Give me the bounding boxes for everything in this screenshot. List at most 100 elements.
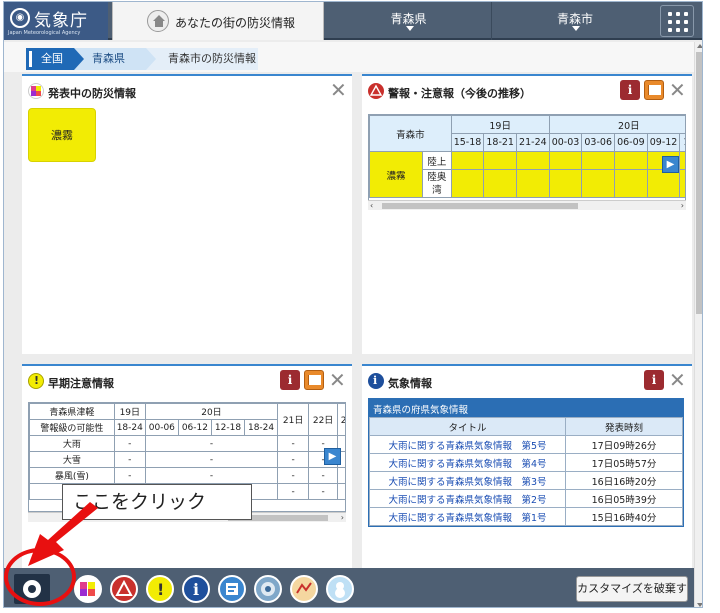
time-header: 18-24 <box>113 419 146 436</box>
table-row[interactable]: 大雨に関する青森県気象情報 第1号 15日16時40分 <box>369 507 683 526</box>
column-header-time: 発表時刻 <box>565 417 683 436</box>
panel-warning-forecast: 警報・注意報（今後の推移） i ✕ 青森市 19日 20日 15-18 18-2… <box>362 74 692 354</box>
value-cell: - <box>144 435 279 452</box>
value-cell: - <box>144 467 279 484</box>
panel-title: 発表中の防災情報 <box>48 87 136 100</box>
jma-emblem-icon: ◉ <box>10 8 30 28</box>
table-row[interactable]: 大雨に関する青森県気象情報 第2号 16日05時39分 <box>369 489 683 508</box>
prefecture-label: 青森県 <box>390 12 427 26</box>
city-dropdown[interactable]: 青森市 <box>492 2 658 40</box>
breadcrumb-national[interactable]: 全国 <box>26 48 84 70</box>
table-row[interactable]: 大雨に関する青森県気象情報 第4号 17日05時57分 <box>369 453 683 472</box>
time-header: 15-18 <box>450 133 485 152</box>
panel-title: 警報・注意報（今後の推移） <box>388 87 531 100</box>
info-icon[interactable]: i <box>620 80 640 100</box>
warning-table-wrapper: 青森市 19日 20日 15-18 18-21 21-24 00-03 03-0… <box>368 114 686 210</box>
time-header: 03-06 <box>581 133 616 152</box>
snow-panel-button[interactable] <box>326 575 354 603</box>
day-header: 19日 <box>113 403 146 420</box>
issue-time: 17日09時26分 <box>565 435 683 454</box>
city-label: 青森市 <box>556 12 593 26</box>
time-header: 12-1 <box>679 133 685 152</box>
menu-grid-button[interactable] <box>660 5 694 37</box>
day-header: 20日 <box>548 115 685 134</box>
page-scrollbar[interactable] <box>694 42 702 607</box>
sub-area: 陸上 <box>422 151 452 170</box>
warning-cell <box>679 151 685 170</box>
info-link[interactable]: 大雨に関する青森県気象情報 第1号 <box>369 507 566 526</box>
breadcrumb-prefecture[interactable]: 青森県 <box>74 48 156 70</box>
scrollbar-thumb[interactable] <box>382 203 578 209</box>
value-cell: - <box>308 467 339 484</box>
tab-local-disaster-info[interactable]: あなたの街の防災情報 <box>112 2 324 40</box>
value-cell: - <box>277 435 310 452</box>
close-icon[interactable]: ✕ <box>669 370 686 390</box>
time-header: 18-21 <box>483 133 518 152</box>
table-row[interactable]: 大雨に関する青森県気象情報 第5号 17日09時26分 <box>369 435 683 454</box>
scrollbar-thumb[interactable] <box>696 52 702 314</box>
logo-text: 気象庁 <box>34 11 88 31</box>
warning-cell <box>614 169 648 198</box>
issue-time: 17日05時57分 <box>565 453 683 472</box>
discard-customization-button[interactable]: カスタマイズを破棄する <box>576 576 688 607</box>
time-header: 12-18 <box>210 419 246 436</box>
weather-info-panel-button[interactable]: i <box>182 575 210 603</box>
time-header: 06-09 <box>614 133 648 152</box>
warning-cell <box>548 151 583 170</box>
day-header: 19日 <box>450 115 550 134</box>
map-panel-button[interactable] <box>290 575 318 603</box>
tab-label: あなたの街の防災情報 <box>175 16 296 30</box>
warning-cell <box>581 151 616 170</box>
info-link[interactable]: 大雨に関する青森県気象情報 第2号 <box>369 489 566 508</box>
warning-cell <box>581 169 616 198</box>
close-icon[interactable]: ✕ <box>329 370 346 390</box>
warnings-panel-button[interactable] <box>74 575 102 603</box>
close-icon[interactable]: ✕ <box>669 80 686 100</box>
warning-cell <box>516 169 550 198</box>
warning-cell <box>646 169 681 198</box>
scroll-up-icon[interactable] <box>697 44 702 48</box>
jma-logo[interactable]: ◉ 気象庁 Japan Meteorological Agency <box>4 2 108 40</box>
book-icon[interactable] <box>304 370 324 390</box>
next-arrow-button[interactable]: ▶ <box>662 156 679 173</box>
scroll-down-icon[interactable] <box>697 603 702 607</box>
table-scrollbar[interactable]: ‹ › <box>368 200 686 210</box>
info-link[interactable]: 大雨に関する青森県気象情報 第4号 <box>369 453 566 472</box>
level-header: 警報級の可能性 <box>29 419 115 436</box>
area-header: 青森県津軽 <box>29 403 115 420</box>
value-cell: - <box>113 451 146 468</box>
value-cell <box>337 467 345 484</box>
info-icon[interactable]: i <box>644 370 664 390</box>
info-icon[interactable]: i <box>280 370 300 390</box>
dense-fog-badge[interactable]: 濃霧 <box>28 108 96 162</box>
hazard-label: 暴風(雪) <box>29 467 115 484</box>
value-cell: - <box>144 451 279 468</box>
scroll-right-icon[interactable]: › <box>341 513 344 523</box>
book-icon[interactable] <box>644 80 664 100</box>
warning-cell <box>548 169 583 198</box>
logo-subtext: Japan Meteorological Agency <box>8 30 81 36</box>
alert-panel-button[interactable] <box>110 575 138 603</box>
day-header: 22日 <box>308 403 339 436</box>
observation-panel-button[interactable] <box>218 575 246 603</box>
warning-cell <box>483 151 518 170</box>
radar-panel-button[interactable] <box>254 575 282 603</box>
warning-cell <box>483 169 518 198</box>
day-header: 21日 <box>277 403 310 436</box>
info-link[interactable]: 大雨に関する青森県気象情報 第3号 <box>369 471 566 490</box>
prefecture-dropdown[interactable]: 青森県 <box>326 2 492 40</box>
chevron-down-icon <box>572 26 580 31</box>
info-link[interactable]: 大雨に関する青森県気象情報 第5号 <box>369 435 566 454</box>
warning-alert-icon <box>368 83 384 99</box>
close-icon[interactable]: ✕ <box>330 80 347 100</box>
time-header: 21-24 <box>516 133 550 152</box>
early-warning-panel-button[interactable]: ! <box>146 575 174 603</box>
warning-cell <box>614 151 648 170</box>
panel-title: 早期注意情報 <box>48 377 114 390</box>
time-header: 00-03 <box>548 133 583 152</box>
value-cell: - <box>113 435 146 452</box>
table-row[interactable]: 大雨に関する青森県気象情報 第3号 16日16時20分 <box>369 471 683 490</box>
next-arrow-button[interactable]: ▶ <box>324 448 341 465</box>
scroll-right-icon[interactable]: › <box>681 201 684 211</box>
scroll-left-icon[interactable]: ‹ <box>370 201 373 211</box>
